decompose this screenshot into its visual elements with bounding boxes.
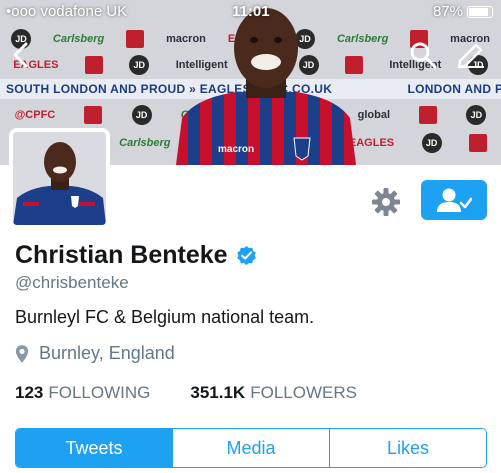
profile-stats: 123 FOLLOWING 351.1K FOLLOWERS	[15, 383, 357, 403]
following-count: 123	[15, 383, 44, 402]
following-button[interactable]	[421, 180, 487, 220]
banner-player-photo: macron	[176, 8, 356, 165]
user-handle: @chrisbenteke	[15, 273, 129, 292]
profile-tabs: Tweets Media Likes	[15, 428, 487, 468]
carrier-label: •ooo vodafone UK	[6, 3, 128, 20]
compose-icon[interactable]	[456, 40, 486, 70]
search-icon[interactable]	[408, 40, 438, 70]
following-stat[interactable]: 123 FOLLOWING	[15, 383, 150, 403]
tab-tweets[interactable]: Tweets	[16, 429, 172, 467]
battery-percent: 87%	[432, 3, 463, 20]
battery-icon	[467, 5, 493, 18]
user-following-check-icon	[437, 188, 472, 212]
settings-gear-icon[interactable]	[370, 186, 402, 218]
verified-badge-icon	[236, 245, 256, 266]
svg-text:macron: macron	[218, 144, 254, 155]
location-text: Burnley, England	[39, 343, 175, 363]
profile-name-row: Christian Benteke	[15, 241, 257, 270]
followers-stat[interactable]: 351.1K FOLLOWERS	[190, 383, 357, 403]
following-label: FOLLOWING	[48, 383, 151, 402]
profile-location: Burnley, England	[15, 343, 175, 364]
tab-likes[interactable]: Likes	[329, 429, 486, 467]
avatar[interactable]	[9, 128, 110, 229]
tab-media[interactable]: Media	[172, 429, 329, 467]
battery-indicator: 87%	[433, 3, 493, 20]
avatar-photo	[13, 132, 106, 225]
profile-bio: Burnleyl FC & Belgium national team.	[15, 307, 315, 327]
clock: 11:01	[232, 3, 270, 20]
display-name: Christian Benteke	[15, 241, 228, 269]
back-arrow-icon[interactable]	[6, 40, 36, 70]
status-bar: •ooo vodafone UK 11:01 87%	[0, 0, 501, 24]
location-pin-icon	[15, 344, 29, 363]
followers-count: 351.1K	[190, 383, 246, 402]
followers-label: FOLLOWERS	[250, 383, 357, 402]
banner-slogan-right: LONDON AND PROUD » EAGLES.C	[407, 82, 501, 96]
